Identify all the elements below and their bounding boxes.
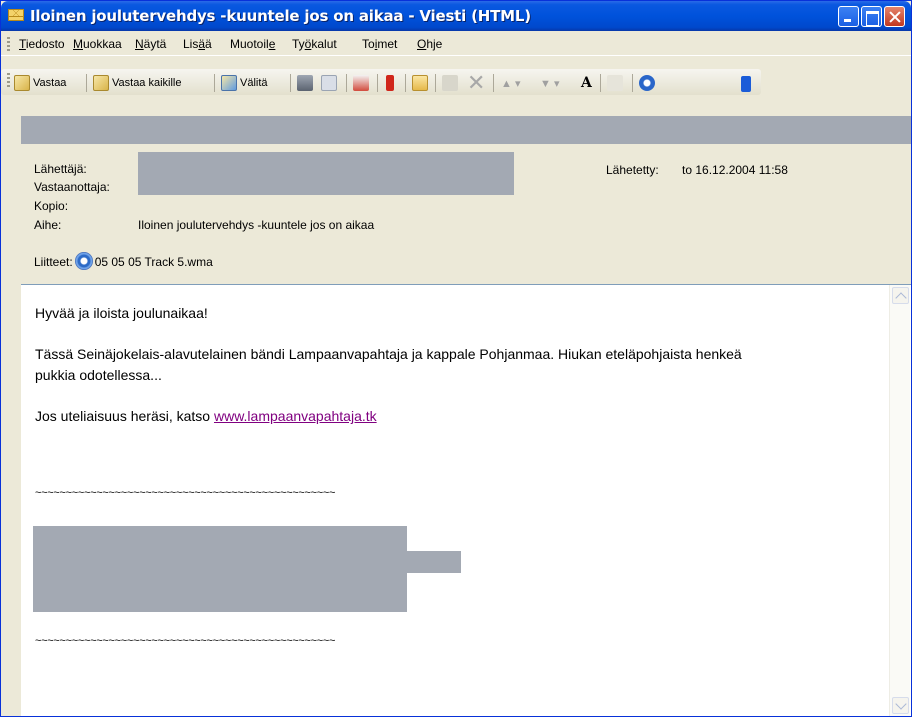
attachments-row: Liitteet: 05 05 05 Track 5.wma [34,252,213,271]
subject-value: Iloinen joulutervehdys -kuuntele jos on … [138,218,375,232]
menu-format[interactable]: Muotoile [230,37,275,51]
subject-label: Aihe: [34,218,62,232]
attachment-link[interactable]: 05 05 05 Track 5.wma [95,255,213,269]
encoding-button[interactable] [607,74,626,92]
toolbar-separator [435,74,436,92]
title-bar[interactable]: Iloinen joulutervehdys -kuuntele jos on … [1,1,911,31]
menu-bar: Tiedosto Muokkaa Näytä Lisää Muotoile Ty… [1,32,911,56]
redacted-recipients [138,152,514,195]
standard-toolbar: Vastaa Vastaa kaikille Välitä ✕ ▲ ▾ ▼ ▾ … [1,57,911,105]
toolbar-separator [214,74,215,92]
separator-line-bottom: ~~~~~~~~~~~~~~~~~~~~~~~~~~~~~~~~~~~~~~~~… [35,635,336,647]
toolbar-separator [86,74,87,92]
help-button[interactable] [639,74,658,92]
copy-button[interactable] [321,74,340,92]
toolbar-separator [377,74,378,92]
separator-line-top: ~~~~~~~~~~~~~~~~~~~~~~~~~~~~~~~~~~~~~~~~… [35,487,336,499]
follow-up-flag-button[interactable] [386,74,397,92]
menu-help[interactable]: Ohje [417,37,442,51]
help-icon [639,75,655,91]
toolbar-separator [405,74,406,92]
message-header: Lähettäjä: Vastaanottaja: Kopio: Aihe: I… [21,144,911,284]
move-folder-icon [412,75,428,91]
link-line: Jos uteliaisuus heräsi, katso www.lampaa… [35,408,377,424]
window-title: Iloinen joulutervehdys -kuuntele jos on … [30,7,531,25]
info-bar [21,116,911,144]
website-link[interactable]: www.lampaanvapahtaja.tk [214,408,377,424]
font-size-button[interactable]: A [581,74,592,92]
print-button[interactable] [297,74,316,92]
copy-icon [321,75,337,91]
toolbar-separator [290,74,291,92]
redacted-signature-tail [407,551,461,573]
print-icon [297,75,313,91]
reply-label: Vastaa [33,77,67,89]
follow-up-flag-icon [386,75,394,91]
menu-insert[interactable]: Lisää [183,37,212,51]
envelope-icon [8,9,24,21]
delete-flag-button[interactable] [353,74,372,92]
delete-icon: ✕ [467,70,486,95]
toolbar-separator [493,74,494,92]
cc-label: Kopio: [34,199,69,213]
menu-view[interactable]: Näytä [135,37,166,51]
toolbar-separator [600,74,601,92]
link-prefix: Jos uteliaisuus heräsi, katso [35,408,214,424]
message-body[interactable]: Hyvää ja iloista joulunaikaa! Tässä Sein… [21,284,911,716]
media-file-icon[interactable] [74,252,93,271]
from-label: Lähettäjä: [34,162,87,176]
toolbar-grip[interactable] [7,73,10,87]
redacted-signature [33,526,407,612]
next-item-button[interactable]: ▼ ▾ [540,74,559,92]
paste-icon [442,75,458,91]
greeting-text: Hyvää ja iloista joulunaikaa! [35,305,208,321]
menu-file[interactable]: Tiedosto [19,37,65,51]
toolbar-separator [632,74,633,92]
sent-value: to 16.12.2004 11:58 [682,163,788,177]
toolbar-separator [346,74,347,92]
forward-button[interactable]: Välitä [221,74,268,92]
scroll-up-icon[interactable] [892,287,909,304]
font-size-icon: A [581,75,592,91]
move-to-folder-button[interactable] [412,74,431,92]
menu-actions[interactable]: Toimet [362,37,397,51]
previous-item-button[interactable]: ▲ ▾ [501,74,520,92]
scroll-down-icon[interactable] [892,697,909,714]
reply-all-label: Vastaa kaikille [112,77,182,89]
next-item-icon: ▼ ▾ [540,77,560,90]
menubar-grip[interactable] [7,37,10,51]
previous-item-icon: ▲ ▾ [501,77,521,90]
minimize-button[interactable] [838,6,859,27]
toolbar-options-chevron-icon[interactable] [741,76,751,92]
menu-tools[interactable]: Työkalut [292,37,337,51]
to-label: Vastaanottaja: [34,180,110,194]
reply-button[interactable]: Vastaa [14,74,66,92]
close-button[interactable] [884,6,905,27]
reply-icon [14,75,30,91]
paste-button[interactable] [442,74,461,92]
encoding-icon [607,75,623,91]
vertical-scrollbar[interactable] [889,285,910,716]
delete-flag-icon [353,75,369,91]
outlook-message-window: Iloinen joulutervehdys -kuuntele jos on … [0,0,912,717]
attachments-label: Liitteet: [34,255,73,269]
paragraph-line-1: Tässä Seinäjokelais-alavutelainen bändi … [35,346,742,362]
paragraph-line-2: pukkia odotellessa... [35,367,162,383]
forward-icon [221,75,237,91]
delete-button[interactable]: ✕ [467,70,485,95]
menu-edit[interactable]: Muokkaa [73,37,122,51]
forward-label: Välitä [240,77,268,89]
reply-all-icon [93,75,109,91]
sent-label: Lähetetty: [606,163,659,177]
maximize-button[interactable] [861,6,882,27]
reply-all-button[interactable]: Vastaa kaikille [93,74,182,92]
